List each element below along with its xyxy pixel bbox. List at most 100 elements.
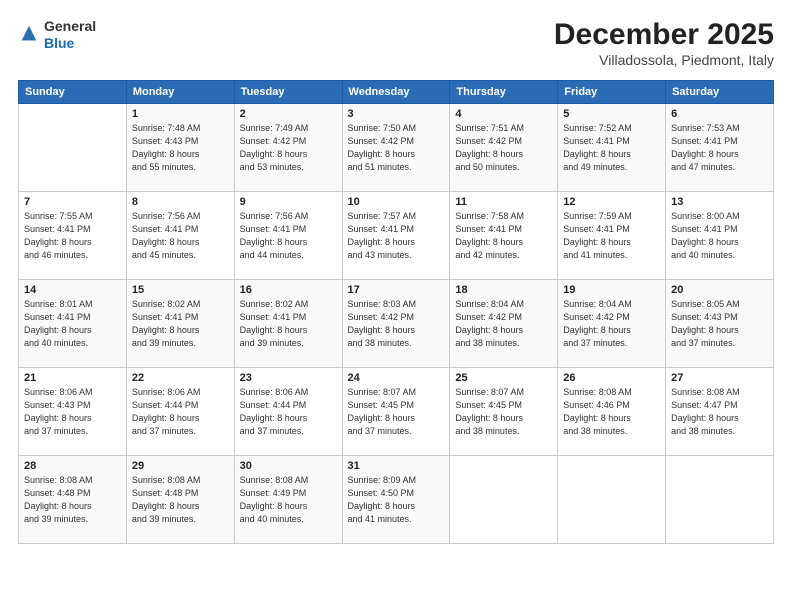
calendar-cell: 10Sunrise: 7:57 AMSunset: 4:41 PMDayligh… [342,192,450,280]
calendar-cell [19,104,127,192]
day-info: Sunrise: 8:09 AMSunset: 4:50 PMDaylight:… [348,474,445,526]
day-number: 29 [132,460,229,472]
calendar-cell: 31 Sunrise: 8:09 AMSunset: 4:50 PMDayligh… [342,456,450,544]
day-info: Sunrise: 8:08 AMSunset: 4:49 PMDaylight:… [240,474,337,526]
month-title: December 2025 [554,18,774,52]
header-day-wednesday: Wednesday [342,81,450,104]
calendar-cell: 20Sunrise: 8:05 AMSunset: 4:43 PMDayligh… [666,280,774,368]
calendar-cell: 17Sunrise: 8:03 AMSunset: 4:42 PMDayligh… [342,280,450,368]
calendar-cell: 6 Sunrise: 7:53 AMSunset: 4:41 PMDaylight… [666,104,774,192]
day-number: 6 [671,108,768,120]
day-info: Sunrise: 8:07 AMSunset: 4:45 PMDaylight:… [348,386,445,438]
calendar-cell: 18Sunrise: 8:04 AMSunset: 4:42 PMDayligh… [450,280,558,368]
day-info: Sunrise: 8:08 AMSunset: 4:47 PMDaylight:… [671,386,768,438]
logo: General Blue [18,18,96,52]
day-info: Sunrise: 7:52 AMSunset: 4:41 PMDaylight:… [563,122,660,174]
header-day-friday: Friday [558,81,666,104]
calendar-cell: 4 Sunrise: 7:51 AMSunset: 4:42 PMDaylight… [450,104,558,192]
day-number: 9 [240,196,337,208]
calendar-cell: 5Sunrise: 7:52 AMSunset: 4:41 PMDaylight… [558,104,666,192]
day-number: 23 [240,372,337,384]
calendar-cell: 9 Sunrise: 7:56 AMSunset: 4:41 PMDaylight… [234,192,342,280]
calendar-header-row: SundayMondayTuesdayWednesdayThursdayFrid… [19,81,774,104]
calendar-week-3: 14 Sunrise: 8:01 AMSunset: 4:41 PMDayligh… [19,280,774,368]
header: General Blue December 2025 Villadossola,… [18,18,774,68]
logo-blue: Blue [44,35,74,51]
day-number: 8 [132,196,229,208]
day-info: Sunrise: 8:06 AMSunset: 4:44 PMDaylight:… [132,386,229,438]
day-info: Sunrise: 7:56 AMSunset: 4:41 PMDaylight:… [132,210,229,262]
day-number: 19 [563,284,660,296]
day-info: Sunrise: 8:01 AMSunset: 4:41 PMDaylight:… [24,298,121,350]
logo-general: General [44,18,96,34]
calendar-cell: 22 Sunrise: 8:06 AMSunset: 4:44 PMDayligh… [126,368,234,456]
day-info: Sunrise: 8:02 AMSunset: 4:41 PMDaylight:… [240,298,337,350]
calendar-week-2: 7Sunrise: 7:55 AMSunset: 4:41 PMDaylight… [19,192,774,280]
calendar-cell: 3 Sunrise: 7:50 AMSunset: 4:42 PMDaylight… [342,104,450,192]
calendar-cell: 28Sunrise: 8:08 AMSunset: 4:48 PMDayligh… [19,456,127,544]
day-info: Sunrise: 7:51 AMSunset: 4:42 PMDaylight:… [455,122,552,174]
day-number: 17 [348,284,445,296]
day-info: Sunrise: 7:50 AMSunset: 4:42 PMDaylight:… [348,122,445,174]
day-info: Sunrise: 8:04 AMSunset: 4:42 PMDaylight:… [563,298,660,350]
day-number: 3 [348,108,445,120]
day-info: Sunrise: 7:55 AMSunset: 4:41 PMDaylight:… [24,210,121,262]
day-number: 2 [240,108,337,120]
day-number: 13 [671,196,768,208]
calendar-cell: 23 Sunrise: 8:06 AMSunset: 4:44 PMDayligh… [234,368,342,456]
day-number: 27 [671,372,768,384]
day-info: Sunrise: 7:56 AMSunset: 4:41 PMDaylight:… [240,210,337,262]
calendar-cell: 2 Sunrise: 7:49 AMSunset: 4:42 PMDaylight… [234,104,342,192]
location-subtitle: Villadossola, Piedmont, Italy [554,52,774,68]
day-number: 18 [455,284,552,296]
day-info: Sunrise: 7:53 AMSunset: 4:41 PMDaylight:… [671,122,768,174]
header-day-tuesday: Tuesday [234,81,342,104]
header-day-sunday: Sunday [19,81,127,104]
day-info: Sunrise: 7:57 AMSunset: 4:41 PMDaylight:… [348,210,445,262]
page: General Blue December 2025 Villadossola,… [0,0,792,612]
calendar-week-1: 1 Sunrise: 7:48 AMSunset: 4:43 PMDaylight… [19,104,774,192]
calendar-cell: 27 Sunrise: 8:08 AMSunset: 4:47 PMDayligh… [666,368,774,456]
calendar-cell: 11Sunrise: 7:58 AMSunset: 4:41 PMDayligh… [450,192,558,280]
calendar-cell: 7Sunrise: 7:55 AMSunset: 4:41 PMDaylight… [19,192,127,280]
calendar-cell [666,456,774,544]
day-info: Sunrise: 8:05 AMSunset: 4:43 PMDaylight:… [671,298,768,350]
header-day-thursday: Thursday [450,81,558,104]
logo-text: General Blue [44,18,96,52]
day-number: 25 [455,372,552,384]
day-info: Sunrise: 8:06 AMSunset: 4:44 PMDaylight:… [240,386,337,438]
calendar-week-5: 28Sunrise: 8:08 AMSunset: 4:48 PMDayligh… [19,456,774,544]
calendar-cell: 29 Sunrise: 8:08 AMSunset: 4:48 PMDayligh… [126,456,234,544]
day-number: 4 [455,108,552,120]
day-number: 30 [240,460,337,472]
day-info: Sunrise: 8:02 AMSunset: 4:41 PMDaylight:… [132,298,229,350]
day-number: 21 [24,372,121,384]
calendar-cell [558,456,666,544]
day-info: Sunrise: 8:07 AMSunset: 4:45 PMDaylight:… [455,386,552,438]
calendar-cell: 12 Sunrise: 7:59 AMSunset: 4:41 PMDayligh… [558,192,666,280]
day-info: Sunrise: 7:48 AMSunset: 4:43 PMDaylight:… [132,122,229,174]
day-info: Sunrise: 8:06 AMSunset: 4:43 PMDaylight:… [24,386,121,438]
day-number: 22 [132,372,229,384]
header-day-monday: Monday [126,81,234,104]
calendar-cell: 21 Sunrise: 8:06 AMSunset: 4:43 PMDayligh… [19,368,127,456]
day-number: 31 [348,460,445,472]
day-number: 12 [563,196,660,208]
day-info: Sunrise: 8:08 AMSunset: 4:48 PMDaylight:… [132,474,229,526]
day-number: 1 [132,108,229,120]
title-block: December 2025 Villadossola, Piedmont, It… [554,18,774,68]
calendar-table: SundayMondayTuesdayWednesdayThursdayFrid… [18,80,774,544]
day-info: Sunrise: 7:59 AMSunset: 4:41 PMDaylight:… [563,210,660,262]
day-number: 14 [24,284,121,296]
calendar-cell: 25 Sunrise: 8:07 AMSunset: 4:45 PMDayligh… [450,368,558,456]
calendar-cell [450,456,558,544]
calendar-cell: 19 Sunrise: 8:04 AMSunset: 4:42 PMDayligh… [558,280,666,368]
calendar-cell: 24 Sunrise: 8:07 AMSunset: 4:45 PMDayligh… [342,368,450,456]
day-number: 24 [348,372,445,384]
day-info: Sunrise: 8:08 AMSunset: 4:46 PMDaylight:… [563,386,660,438]
header-day-saturday: Saturday [666,81,774,104]
calendar-cell: 16Sunrise: 8:02 AMSunset: 4:41 PMDayligh… [234,280,342,368]
day-info: Sunrise: 7:49 AMSunset: 4:42 PMDaylight:… [240,122,337,174]
calendar-cell: 26Sunrise: 8:08 AMSunset: 4:46 PMDayligh… [558,368,666,456]
day-number: 11 [455,196,552,208]
